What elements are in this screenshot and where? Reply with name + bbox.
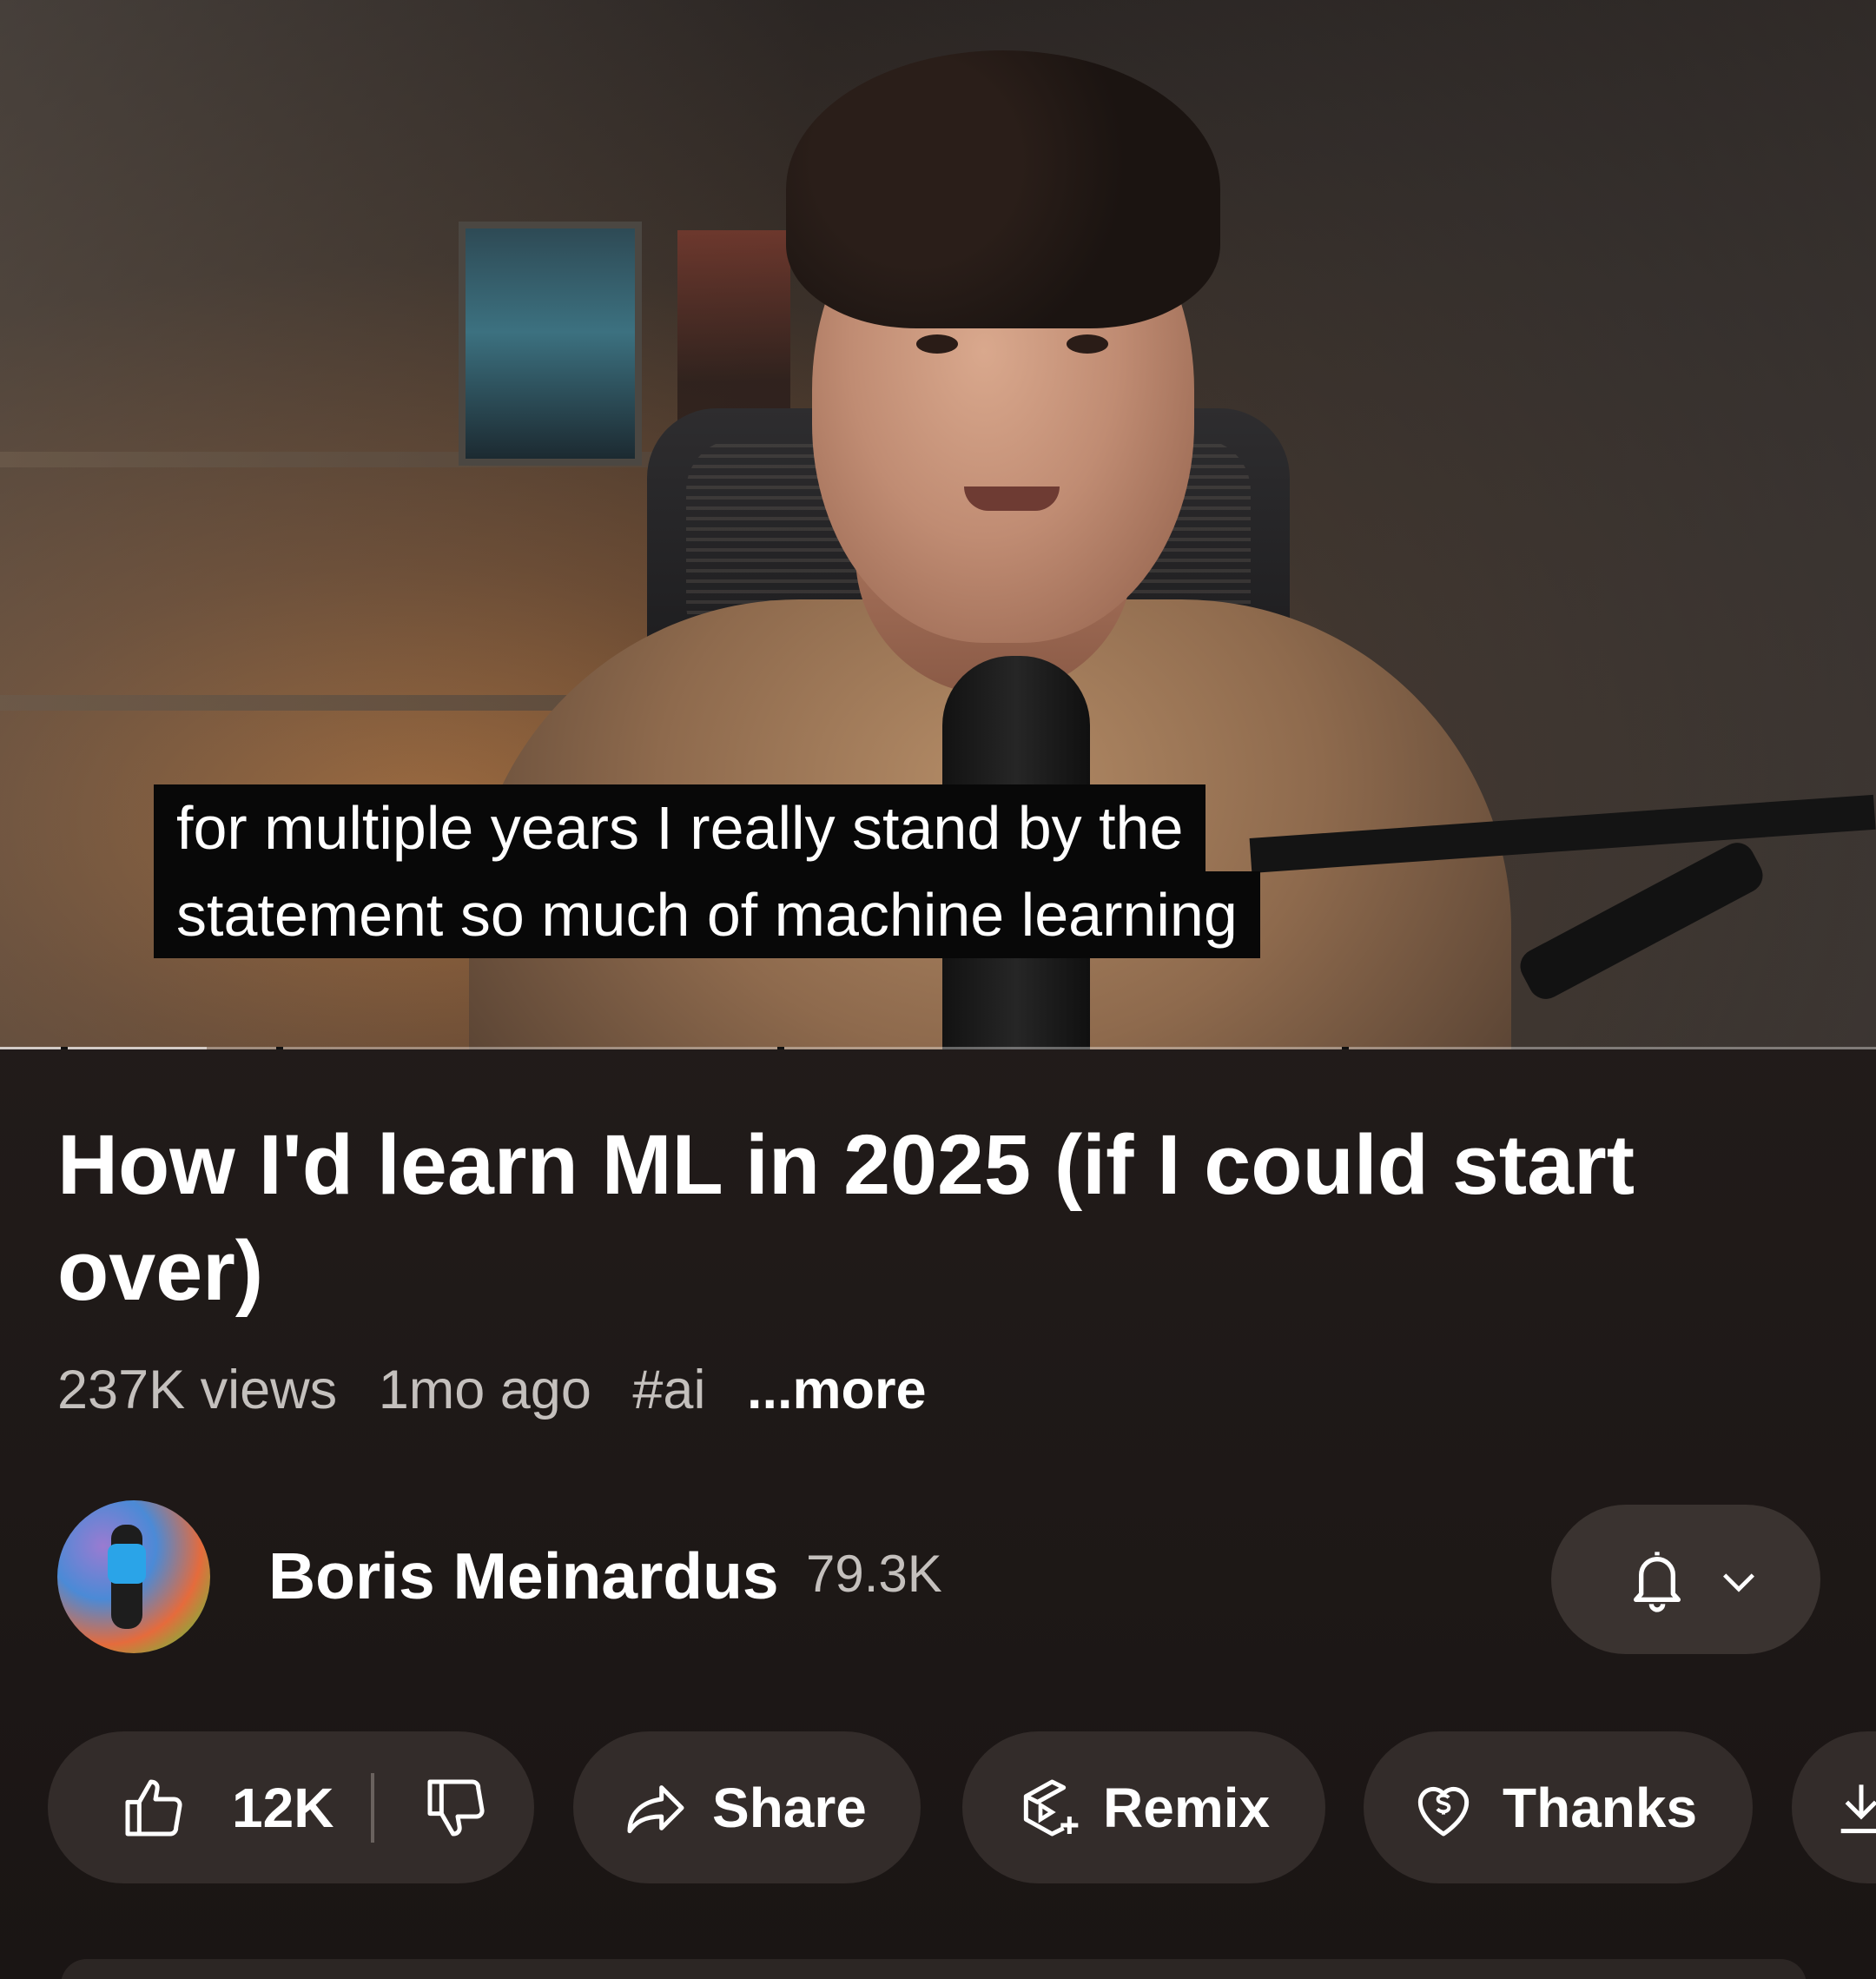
thumbs-up-icon[interactable] — [119, 1773, 188, 1843]
channel-row: Boris Meinardus 79.3K — [57, 1500, 1820, 1657]
like-count[interactable]: 12K — [232, 1776, 334, 1840]
video-person-mouth — [964, 486, 1060, 511]
video-poster — [459, 222, 642, 466]
video-progress-bar[interactable] — [0, 1047, 1876, 1049]
chapter-marker — [61, 1047, 68, 1049]
video-watch-screen: for multiple years I really stand by the… — [0, 0, 1876, 1979]
share-button[interactable]: Share — [573, 1731, 921, 1883]
view-count: 237K views — [57, 1360, 338, 1420]
chapter-marker — [276, 1047, 283, 1049]
caption-line-1: for multiple years I really stand by the — [154, 784, 1206, 871]
subscription-notifications-button[interactable] — [1551, 1505, 1820, 1654]
hashtag-link[interactable]: #ai — [632, 1360, 705, 1420]
video-person-hair — [786, 50, 1220, 328]
like-dislike-group: 12K — [48, 1731, 534, 1883]
video-captions: for multiple years I really stand by the… — [154, 784, 1260, 958]
subscriber-count: 79.3K — [806, 1545, 942, 1603]
video-title[interactable]: How I'd learn ML in 2025 (if I could sta… — [57, 1112, 1708, 1324]
channel-avatar[interactable] — [57, 1500, 210, 1653]
share-label: Share — [712, 1776, 867, 1839]
thanks-label: Thanks — [1503, 1776, 1698, 1839]
thumbs-down-icon[interactable] — [421, 1773, 491, 1843]
video-meta[interactable]: 237K views 1mo ago #ai ...more — [57, 1355, 953, 1425]
upload-age: 1mo ago — [378, 1360, 591, 1420]
remix-label: Remix — [1103, 1776, 1271, 1839]
download-button[interactable] — [1792, 1731, 1876, 1883]
remix-button[interactable]: Remix — [962, 1731, 1325, 1883]
download-icon — [1840, 1784, 1876, 1833]
chevron-down-icon — [1723, 1573, 1754, 1592]
thanks-button[interactable]: Thanks — [1364, 1731, 1753, 1883]
action-bar: 12K Share Remix Thanks — [48, 1731, 1876, 1883]
video-progress-fill — [0, 1047, 207, 1049]
more-link[interactable]: ...more — [747, 1360, 927, 1420]
remix-icon — [1023, 1779, 1079, 1836]
share-icon — [627, 1784, 684, 1833]
channel-name[interactable]: Boris Meinardus — [268, 1539, 779, 1613]
video-player[interactable]: for multiple years I really stand by the… — [0, 0, 1876, 1049]
bell-icon — [1634, 1552, 1681, 1612]
chapter-marker — [1342, 1047, 1349, 1049]
caption-line-2: statement so much of machine learning — [154, 871, 1260, 958]
heart-dollar-icon — [1417, 1786, 1470, 1836]
video-person-eye — [916, 334, 958, 354]
video-person-eye — [1067, 334, 1108, 354]
avatar-figure-shirt — [108, 1544, 146, 1584]
comments-preview-card[interactable] — [61, 1959, 1807, 1979]
like-divider — [371, 1773, 374, 1843]
chapter-marker — [777, 1047, 784, 1049]
